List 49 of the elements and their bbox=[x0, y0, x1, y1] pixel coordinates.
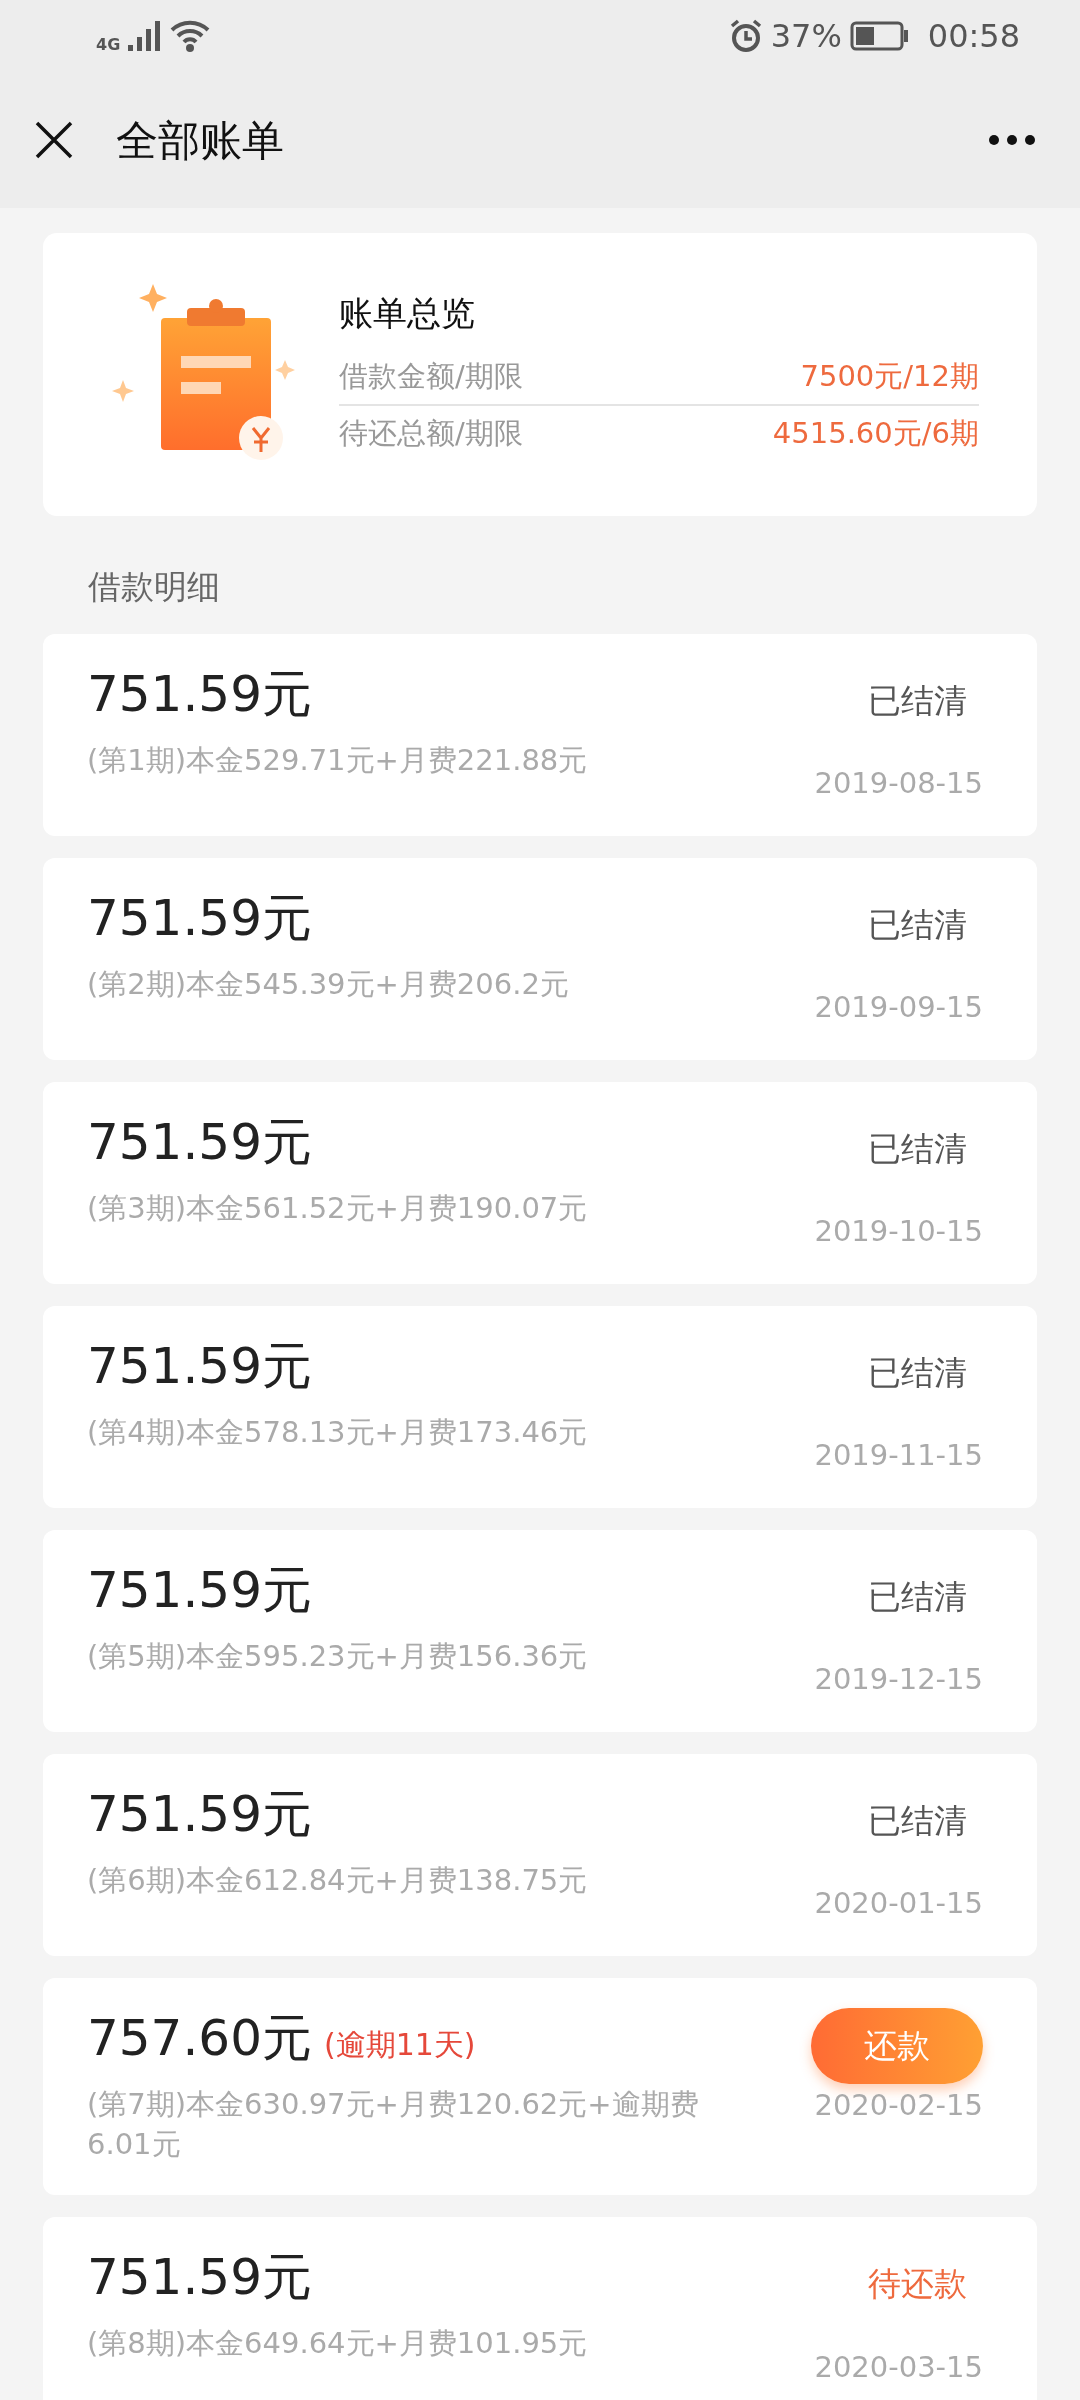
signal-icon bbox=[128, 21, 163, 51]
bill-date: 2020-01-15 bbox=[814, 1885, 983, 1922]
bill-detail: (第8期)本金649.64元+月费101.95元 bbox=[87, 2325, 588, 2362]
summary-label: 待还总额/期限 bbox=[339, 415, 523, 452]
status-label: 待还款 bbox=[868, 2263, 967, 2305]
wifi-icon bbox=[170, 20, 211, 52]
bill-amount: 751.59元 bbox=[87, 887, 312, 948]
bill-amount: 751.59元 bbox=[87, 1783, 312, 1844]
status-label: 已结清 bbox=[868, 1799, 967, 1842]
bill-date: 2019-08-15 bbox=[814, 765, 983, 802]
battery-percent: 37% bbox=[770, 16, 842, 57]
overdue-note: (逾期11天) bbox=[323, 2025, 476, 2064]
bill-date: 2020-02-15 bbox=[814, 2086, 983, 2124]
status-label: 已结清 bbox=[868, 1351, 967, 1394]
bill-date: 2019-10-15 bbox=[814, 1213, 983, 1250]
summary-title: 账单总览 bbox=[339, 291, 476, 335]
bill-date: 2019-09-15 bbox=[814, 989, 983, 1026]
more-icon[interactable] bbox=[988, 134, 1036, 146]
bill-detail: (第2期)本金545.39元+月费206.2元 bbox=[87, 965, 569, 1003]
bill-date: 2019-11-15 bbox=[814, 1437, 983, 1474]
summary-value: 7500元/12期 bbox=[800, 357, 979, 395]
bill-date: 2019-12-15 bbox=[814, 1661, 983, 1698]
status-label: 已结清 bbox=[868, 1127, 967, 1170]
bill-detail: (第5期)本金595.23元+月费156.36元 bbox=[87, 1637, 588, 1675]
bill-date: 2020-03-15 bbox=[814, 2348, 983, 2386]
bill-detail: (第6期)本金612.84元+月费138.75元 bbox=[87, 1861, 588, 1899]
bill-amount: 751.59元 bbox=[87, 2247, 312, 2307]
battery-icon bbox=[849, 21, 910, 51]
clock-time: 00:58 bbox=[927, 16, 1020, 57]
status-label: 已结清 bbox=[868, 679, 967, 722]
repay-button[interactable]: 还款 bbox=[811, 2007, 983, 2084]
summary-label: 借款金额/期限 bbox=[339, 357, 523, 395]
close-icon[interactable] bbox=[34, 120, 74, 160]
page-title: 全部账单 bbox=[116, 114, 284, 167]
summary-value: 4515.60元/6期 bbox=[772, 415, 979, 452]
bill-detail: (第4期)本金578.13元+月费173.46元 bbox=[87, 1413, 588, 1451]
bill-amount: 751.59元 bbox=[87, 1559, 312, 1620]
alarm-icon bbox=[728, 19, 763, 53]
status-label: 已结清 bbox=[868, 1575, 967, 1618]
status-label: 已结清 bbox=[868, 903, 967, 946]
bill-amount: 751.59元 bbox=[87, 663, 312, 724]
section-title: 借款明细 bbox=[87, 566, 221, 608]
bill-detail: (第3期)本金561.52元+月费190.07元 bbox=[87, 1189, 588, 1227]
bill-amount: 751.59元 bbox=[87, 1335, 312, 1396]
bill-amount: 751.59元 bbox=[87, 1111, 312, 1172]
bill-detail: (第7期)本金630.97元+月费120.62元+逾期费6.01元 bbox=[87, 2085, 700, 2164]
bill-amount: 757.60元 bbox=[87, 2007, 312, 2068]
network-label: 4G bbox=[96, 34, 121, 56]
bill-detail: (第1期)本金529.71元+月费221.88元 bbox=[87, 741, 588, 779]
